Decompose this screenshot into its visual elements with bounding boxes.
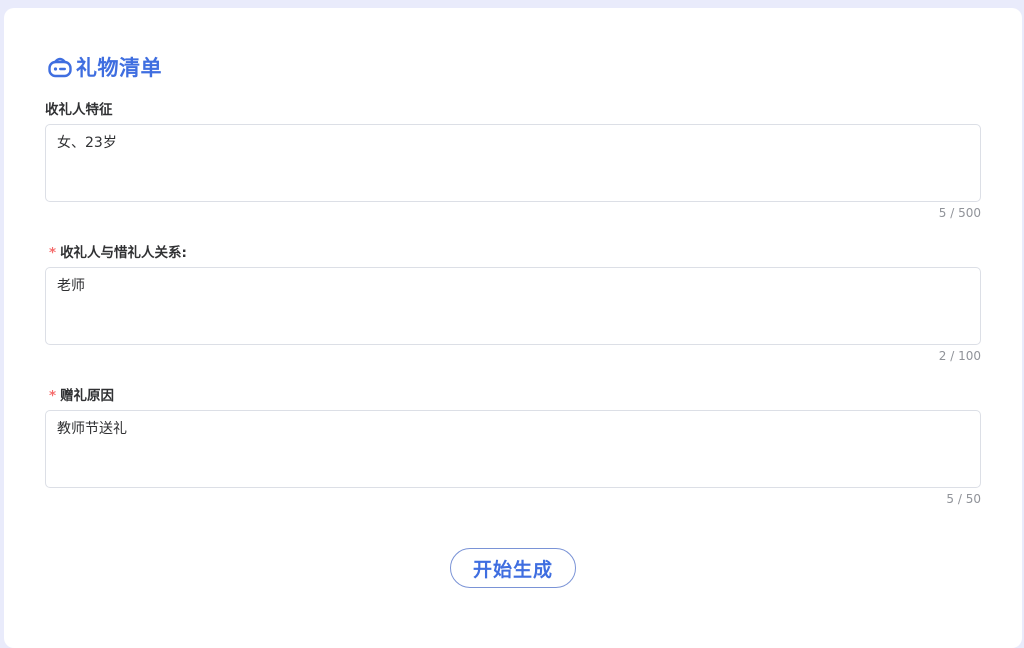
form-card: 礼物清单 收礼人特征 女、23岁 5 / 500 * 收礼人与惜礼人关系: 老师 … bbox=[4, 8, 1022, 648]
char-count: 5 / 50 bbox=[946, 492, 981, 506]
start-generate-button[interactable]: 开始生成 bbox=[450, 548, 576, 588]
field-label-text: 赠礼原因 bbox=[60, 388, 115, 404]
page-title: 礼物清单 bbox=[76, 56, 162, 80]
char-count: 2 / 100 bbox=[938, 349, 981, 363]
gift-reason-textarea[interactable]: 教师节送礼 bbox=[45, 410, 981, 488]
field-recipient-traits: 收礼人特征 女、23岁 5 / 500 bbox=[45, 100, 981, 221]
required-mark: * bbox=[49, 245, 57, 261]
recipient-traits-textarea[interactable]: 女、23岁 bbox=[45, 124, 981, 202]
field-label: * 赠礼原因 bbox=[45, 386, 981, 406]
relationship-textarea[interactable]: 老师 bbox=[45, 267, 981, 345]
field-gift-reason: * 赠礼原因 教师节送礼 5 / 50 bbox=[45, 386, 981, 507]
field-label-text: 收礼人与惜礼人关系: bbox=[60, 245, 187, 261]
robot-icon bbox=[46, 53, 74, 81]
field-label: 收礼人特征 bbox=[45, 100, 981, 120]
page-header: 礼物清单 bbox=[46, 52, 162, 82]
required-mark: * bbox=[49, 388, 57, 404]
field-relationship: * 收礼人与惜礼人关系: 老师 2 / 100 bbox=[45, 243, 981, 364]
field-label-text: 收礼人特征 bbox=[45, 102, 113, 118]
char-count: 5 / 500 bbox=[938, 206, 981, 220]
field-label: * 收礼人与惜礼人关系: bbox=[45, 243, 981, 263]
